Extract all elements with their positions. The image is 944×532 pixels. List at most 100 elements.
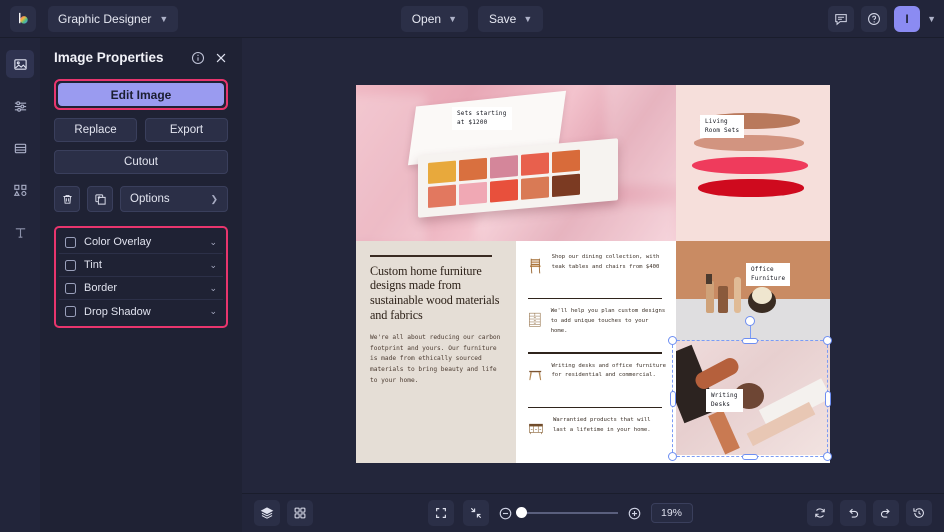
border-checkbox[interactable] xyxy=(65,282,76,294)
tint-checkbox[interactable] xyxy=(65,259,76,271)
account-chevron-down-icon[interactable]: ▼ xyxy=(927,14,936,24)
comment-icon[interactable] xyxy=(828,6,855,32)
selection-frame[interactable] xyxy=(668,316,832,461)
chevron-down-icon: ▼ xyxy=(159,13,169,24)
chevron-down-icon[interactable]: ⌄ xyxy=(209,237,217,248)
replace-button[interactable]: Replace xyxy=(54,118,137,142)
effect-label: Drop Shadow xyxy=(84,305,151,318)
zoom-slider[interactable] xyxy=(515,507,618,519)
image-properties-panel: Image Properties Edit Image Replace Expo… xyxy=(40,38,242,532)
document-name-dropdown[interactable]: Graphic Designer ▼ xyxy=(48,5,179,32)
rotate-handle[interactable] xyxy=(745,316,755,326)
object-tools-row: Options ❯ xyxy=(54,186,228,212)
refresh-icon[interactable] xyxy=(807,500,833,526)
replace-export-row: Replace Export xyxy=(54,118,228,142)
save-label: Save xyxy=(489,11,517,26)
redo-icon[interactable] xyxy=(873,500,899,526)
grid-icon[interactable] xyxy=(287,500,313,526)
edit-image-button[interactable]: Edit Image xyxy=(58,83,224,106)
fit-screen-icon[interactable] xyxy=(427,500,454,526)
undo-icon[interactable] xyxy=(840,500,866,526)
open-button[interactable]: Open ▼ xyxy=(400,5,468,32)
resize-handle-bottom-left[interactable] xyxy=(668,452,677,461)
hero-image[interactable]: Sets starting at $1200 xyxy=(356,85,676,241)
zoom-out-icon[interactable] xyxy=(498,506,513,521)
top-toolbar: Graphic Designer ▼ Open ▼ Save ▼ I ▼ xyxy=(0,0,944,38)
sidebar-item-image[interactable] xyxy=(6,50,34,78)
layers-icon[interactable] xyxy=(254,500,280,526)
hero-image-tag: Sets starting at $1200 xyxy=(452,107,512,131)
chevron-right-icon: ❯ xyxy=(210,193,218,204)
list-item-text: Warrantied products that will last a lif… xyxy=(552,416,651,433)
chair-icon xyxy=(530,258,541,274)
export-label: Export xyxy=(169,124,204,136)
bottom-toolbar: 19% xyxy=(242,493,944,532)
history-icon[interactable] xyxy=(906,500,932,526)
cutout-label: Cutout xyxy=(124,156,158,168)
drop-shadow-checkbox[interactable] xyxy=(65,306,76,317)
list-item-text: We'll help you plan custom designs to ad… xyxy=(550,308,666,334)
duplicate-icon[interactable] xyxy=(87,186,113,212)
effect-row-border[interactable]: Border ⌄ xyxy=(59,277,223,300)
resize-handle-top[interactable] xyxy=(742,337,758,344)
list-item[interactable]: We'll help you plan custom designs to ad… xyxy=(528,303,666,349)
headline-text-block[interactable]: Custom home furniture designs made from … xyxy=(356,241,516,463)
divider xyxy=(528,352,662,354)
swatches-image[interactable]: Living Room Sets xyxy=(676,85,830,241)
divider xyxy=(528,298,662,300)
app-logo[interactable] xyxy=(10,5,36,32)
chevron-down-icon: ▼ xyxy=(523,13,533,24)
fit-selection-icon[interactable] xyxy=(462,500,489,526)
body-text: We're all about reducing our carbon foot… xyxy=(370,334,501,384)
chevron-down-icon[interactable]: ⌄ xyxy=(209,306,217,317)
feature-list[interactable]: Shop our dining collection, with teak ta… xyxy=(516,241,676,463)
resize-handle-bottom[interactable] xyxy=(742,453,758,460)
resize-handle-top-right[interactable] xyxy=(823,336,832,345)
replace-label: Replace xyxy=(74,124,117,136)
info-circle-icon[interactable] xyxy=(191,51,205,65)
resize-handle-bottom-right[interactable] xyxy=(823,452,832,461)
swatches-image-tag: Living Room Sets xyxy=(700,115,745,139)
trash-icon[interactable] xyxy=(54,186,80,212)
cutout-button[interactable]: Cutout xyxy=(54,150,228,174)
resize-handle-left[interactable] xyxy=(669,390,676,407)
chevron-down-icon[interactable]: ⌄ xyxy=(209,283,217,294)
effect-row-drop-shadow[interactable]: Drop Shadow ⌄ xyxy=(59,300,223,323)
file-actions: Open ▼ Save ▼ xyxy=(392,5,552,32)
sidebar-item-layout[interactable] xyxy=(6,134,34,162)
office-image-tag: Office Furniture xyxy=(746,263,791,287)
help-circle-icon[interactable] xyxy=(861,6,888,32)
top-right-actions: I ▼ xyxy=(828,0,936,38)
panel-header: Image Properties xyxy=(54,50,228,65)
chevron-down-icon[interactable]: ⌄ xyxy=(209,260,217,271)
list-item-text: Writing desks and office furniture for r… xyxy=(551,362,666,379)
sidebar-item-adjustments[interactable] xyxy=(6,92,34,120)
sidebar-item-text[interactable] xyxy=(6,218,34,246)
export-button[interactable]: Export xyxy=(145,118,228,142)
office-furniture-image[interactable]: Office Furniture xyxy=(676,241,830,341)
effect-row-color-overlay[interactable]: Color Overlay ⌄ xyxy=(59,231,223,254)
close-x-icon[interactable] xyxy=(214,51,228,65)
zoom-level-value[interactable]: 19% xyxy=(650,503,693,523)
sidebar-item-shapes[interactable] xyxy=(6,176,34,204)
effect-label: Border xyxy=(84,282,118,294)
edit-image-label: Edit Image xyxy=(110,87,172,102)
save-button[interactable]: Save ▼ xyxy=(478,5,544,32)
graphic-designer-app: Graphic Designer ▼ Open ▼ Save ▼ I ▼ Ima… xyxy=(0,0,944,532)
avatar[interactable]: I xyxy=(894,6,921,32)
resize-handle-right[interactable] xyxy=(824,390,831,407)
list-item[interactable]: Shop our dining collection, with teak ta… xyxy=(528,249,666,295)
resize-handle-top-left[interactable] xyxy=(668,336,677,345)
divider xyxy=(528,406,662,408)
zoom-in-icon[interactable] xyxy=(627,506,642,521)
options-button[interactable]: Options ❯ xyxy=(120,186,228,212)
list-item[interactable]: Warrantied products that will last a lif… xyxy=(528,412,666,458)
zoom-slider-knob[interactable] xyxy=(515,507,527,519)
canvas-area[interactable]: Sets starting at $1200 Living Room Sets … xyxy=(242,38,944,493)
effect-label: Tint xyxy=(84,259,102,271)
list-item[interactable]: Writing desks and office furniture for r… xyxy=(528,358,666,404)
sideboard-icon xyxy=(529,423,543,435)
edit-image-highlight: Edit Image xyxy=(54,79,228,110)
effect-row-tint[interactable]: Tint ⌄ xyxy=(59,254,223,277)
color-overlay-checkbox[interactable] xyxy=(65,236,76,248)
